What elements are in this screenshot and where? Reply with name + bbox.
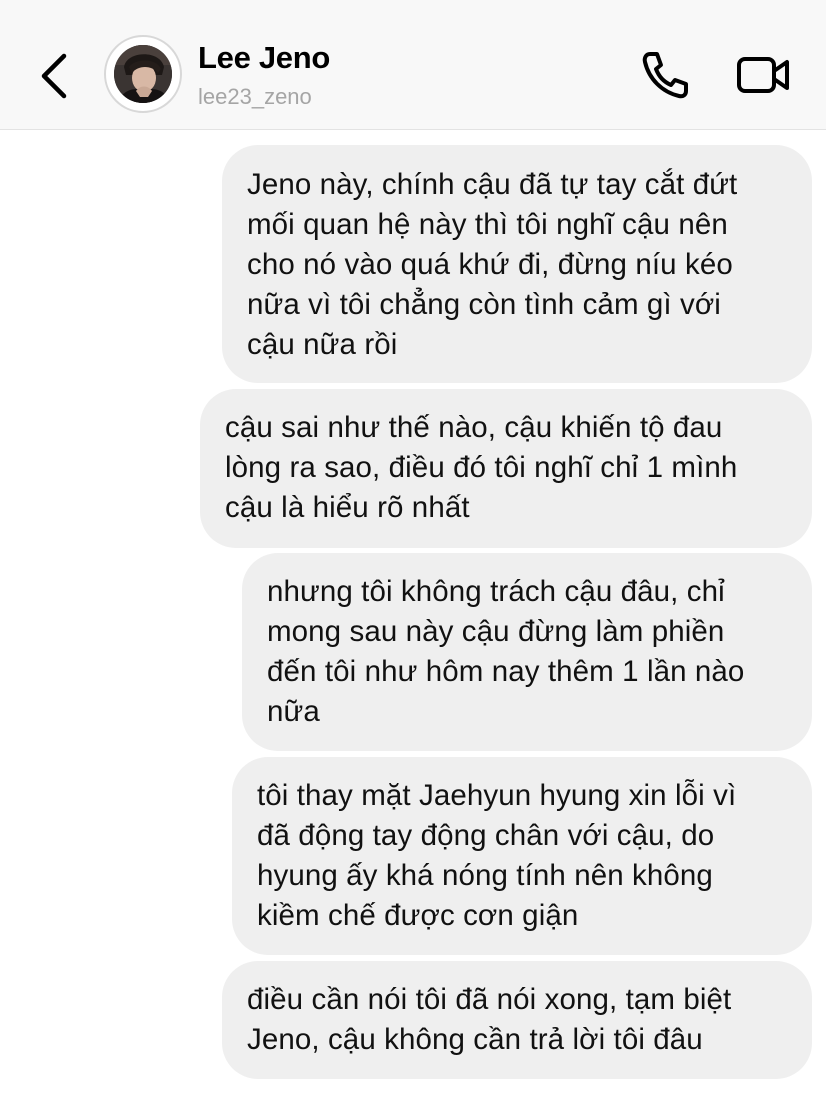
- message-bubble[interactable]: Jeno này, chính cậu đã tự tay cắt đứt mố…: [222, 145, 812, 383]
- chevron-left-icon: [41, 53, 67, 99]
- video-camera-icon: [737, 57, 789, 93]
- message-bubble[interactable]: cậu sai như thế nào, cậu khiến tộ đau lò…: [200, 389, 812, 548]
- contact-name[interactable]: Lee Jeno: [198, 40, 330, 76]
- avatar-ring[interactable]: [104, 35, 182, 113]
- avatar: [114, 45, 172, 103]
- message-bubble[interactable]: điều cần nói tôi đã nói xong, tạm biệt J…: [222, 961, 812, 1079]
- chat-header: Lee Jeno lee23_zeno: [0, 0, 826, 130]
- video-call-button[interactable]: [735, 50, 793, 100]
- message-bubble[interactable]: nhưng tôi không trách cậu đâu, chỉ mong …: [242, 553, 812, 751]
- message-bubble[interactable]: tôi thay mặt Jaehyun hyung xin lỗi vì đã…: [232, 757, 812, 955]
- contact-username[interactable]: lee23_zeno: [198, 84, 312, 110]
- back-button[interactable]: [30, 48, 80, 104]
- phone-icon: [642, 52, 688, 99]
- audio-call-button[interactable]: [636, 48, 692, 102]
